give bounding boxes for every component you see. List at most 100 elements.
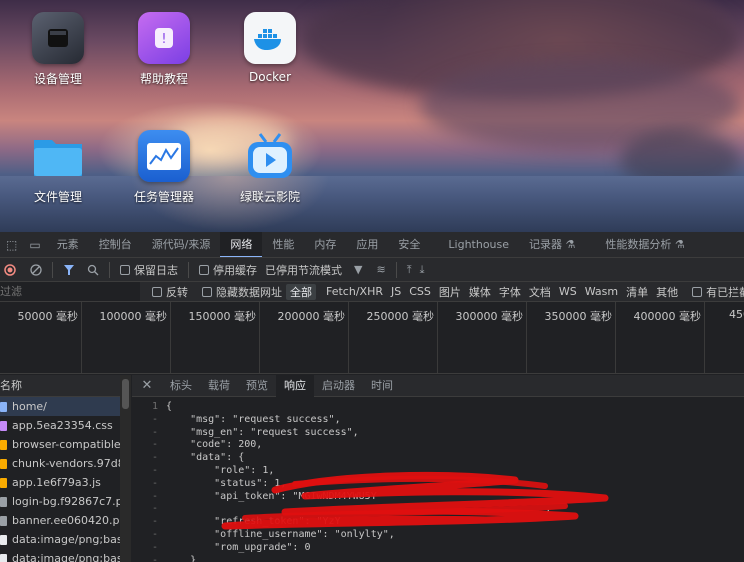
record-icon[interactable] (0, 263, 20, 276)
device-manager-icon (32, 12, 84, 64)
device-toolbar-icon[interactable]: ▭ (23, 238, 46, 252)
document-icon (0, 401, 7, 412)
request-row[interactable]: chunk-vendors.97d8... (0, 454, 130, 473)
tab-security[interactable]: 安全 (388, 232, 430, 257)
timeline-tick: 100000 毫秒 (82, 302, 171, 373)
filter-icon[interactable] (59, 264, 79, 276)
cinema-icon (244, 130, 296, 182)
request-row[interactable]: app.5ea23354.css (0, 416, 130, 435)
task-manager-icon (138, 130, 190, 182)
tab-response[interactable]: 响应 (276, 375, 314, 397)
export-icon[interactable]: ⤓ (416, 263, 429, 277)
tab-timing[interactable]: 时间 (363, 375, 401, 397)
hide-data-urls-label: 隐藏数据网址 (216, 285, 282, 299)
scrollbar-thumb[interactable] (122, 379, 129, 409)
image-icon (0, 496, 7, 507)
app-device-manager[interactable]: 设备管理 (8, 12, 108, 87)
svg-text:!: ! (161, 32, 166, 47)
request-row[interactable]: browser-compatible.js (0, 435, 130, 454)
filter-type-doc[interactable]: 文档 (525, 284, 555, 300)
timeline-tick: 400000 毫秒 (616, 302, 705, 373)
app-help-tutorial[interactable]: ! 帮助教程 (114, 12, 214, 87)
detail-tab-bar: ✕ 标头 载荷 预览 响应 启动器 时间 (132, 375, 744, 397)
request-list-scrollbar[interactable] (120, 375, 131, 562)
tab-headers[interactable]: 标头 (162, 375, 200, 397)
tab-recorder[interactable]: 记录器 ⚗ (519, 232, 585, 257)
request-row[interactable]: data:image/png;bas... (0, 549, 130, 562)
code-line: 1{ (151, 401, 173, 412)
filter-type-ws[interactable]: WS (555, 285, 581, 298)
tab-console[interactable]: 控制台 (89, 232, 142, 257)
tab-payload[interactable]: 载荷 (200, 375, 238, 397)
filter-type-all[interactable]: 全部 (286, 283, 316, 300)
close-icon[interactable]: ✕ (132, 378, 162, 393)
filter-type-img[interactable]: 图片 (435, 284, 465, 300)
filter-type-other[interactable]: 其他 (652, 284, 682, 300)
code-line: - "offline_username": "onlylty", (151, 528, 395, 540)
invert-checkbox[interactable]: 反转 (148, 284, 192, 300)
app-label: 绿联云影院 (239, 190, 300, 204)
tab-application[interactable]: 应用 (346, 232, 388, 257)
app-docker[interactable]: Docker (220, 12, 320, 84)
throttling-label: 已停用节流模式 (265, 263, 342, 277)
blocked-requests-checkbox[interactable]: 有已拦截的 c (688, 284, 744, 300)
request-row[interactable]: login-bg.f92867c7.p... (0, 492, 130, 511)
invert-label: 反转 (166, 285, 188, 299)
filter-type-js[interactable]: JS (387, 285, 405, 298)
tab-network[interactable]: 网络 (220, 232, 263, 257)
timeline-tick: 150000 毫秒 (171, 302, 260, 373)
timeline-tick: 200000 毫秒 (260, 302, 349, 373)
filter-input[interactable] (0, 282, 140, 301)
disable-cache-checkbox[interactable]: 停用缓存 (195, 262, 261, 278)
search-icon[interactable] (83, 264, 103, 276)
tab-initiator[interactable]: 启动器 (314, 375, 363, 397)
app-file-manager[interactable]: 文件管理 (8, 130, 108, 205)
help-icon: ! (138, 12, 190, 64)
app-label: 设备管理 (33, 72, 82, 86)
tab-sources[interactable]: 源代码/来源 (142, 232, 221, 257)
app-task-manager[interactable]: 任务管理器 (114, 130, 214, 205)
request-row[interactable]: app.1e6f79a3.js (0, 473, 130, 492)
code-line: - "data": { (151, 452, 245, 464)
tab-elements[interactable]: 元素 (47, 232, 89, 257)
network-timeline-overview[interactable]: 50000 毫秒 100000 毫秒 150000 毫秒 200000 毫秒 2… (0, 302, 744, 374)
checkbox-icon (120, 264, 130, 275)
tab-preview[interactable]: 预览 (238, 375, 276, 397)
network-conditions-icon[interactable]: ≋ (372, 263, 389, 276)
script-icon (0, 477, 7, 488)
filter-type-fetch-xhr[interactable]: Fetch/XHR (322, 285, 387, 298)
request-row[interactable]: banner.ee060420.png (0, 511, 130, 530)
throttling-select[interactable]: 已停用节流模式 ▼ (261, 262, 366, 278)
filter-type-media[interactable]: 媒体 (465, 284, 495, 300)
timeline-tick: 350000 毫秒 (527, 302, 616, 373)
folder-icon (32, 130, 84, 182)
timeline-tick: 300000 毫秒 (438, 302, 527, 373)
filter-type-wasm[interactable]: Wasm (581, 285, 622, 298)
tab-memory[interactable]: 内存 (304, 232, 346, 257)
clear-icon[interactable] (26, 263, 46, 276)
import-icon[interactable]: ⤒ (403, 263, 416, 277)
filter-type-font[interactable]: 字体 (495, 284, 525, 300)
app-cinema[interactable]: 绿联云影院 (220, 130, 320, 205)
inspect-icon[interactable]: ⬚ (0, 238, 23, 252)
filter-type-manifest[interactable]: 清单 (622, 284, 652, 300)
request-row[interactable]: data:image/png;bas... (0, 530, 130, 549)
request-row[interactable]: home/ (0, 397, 130, 416)
tab-performance-insights[interactable]: 性能数据分析 ⚗ (595, 232, 694, 257)
hide-data-urls-checkbox[interactable]: 隐藏数据网址 (198, 284, 286, 300)
filter-type-css[interactable]: CSS (405, 285, 435, 298)
timeline-tick: 450 (729, 308, 744, 321)
checkbox-icon (692, 286, 703, 297)
preserve-log-label: 保留日志 (134, 263, 178, 277)
request-list-header[interactable]: 名称 (0, 375, 130, 397)
preserve-log-checkbox[interactable]: 保留日志 (116, 262, 182, 278)
tab-lighthouse[interactable]: Lighthouse (438, 232, 519, 257)
checkbox-icon (199, 264, 209, 275)
network-toolbar: 保留日志 停用缓存 已停用节流模式 ▼ ≋ ⤒ ⤓ (0, 258, 744, 282)
checkbox-icon (202, 286, 212, 297)
app-label: 文件管理 (33, 190, 82, 204)
script-icon (0, 458, 7, 469)
response-body[interactable]: 1{ - "msg": "request success", - "msg_en… (132, 397, 744, 562)
checkbox-icon (152, 286, 162, 297)
tab-performance[interactable]: 性能 (262, 232, 304, 257)
